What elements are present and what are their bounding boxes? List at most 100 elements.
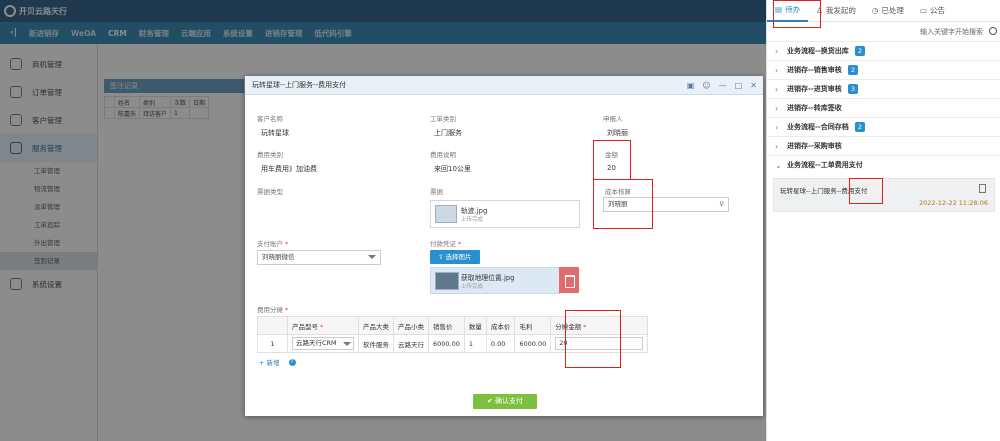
voucher-label: 付款凭证 * <box>430 238 461 248</box>
confirm-payment-button[interactable]: ✔ 确认支付 <box>473 394 537 409</box>
count-badge: 2 <box>847 65 858 75</box>
row-index: 1 <box>257 334 288 353</box>
clock-icon: ◷ <box>871 5 879 15</box>
maximize-icon[interactable]: □ <box>735 76 743 95</box>
list-item[interactable]: › 进销存--进货审核 3 <box>767 79 1000 98</box>
chevron-right-icon: › <box>775 122 779 132</box>
pay-account-select[interactable]: 刘晓丽微信 <box>257 250 381 265</box>
alloc-header-cell <box>257 316 288 335</box>
worktype-value: 上门服务 <box>434 129 462 137</box>
invoice-upload-status: 上传完成 <box>461 217 484 223</box>
applicant-label: 申报人 <box>603 115 623 123</box>
tab-announcements[interactable]: ▭ 公告 <box>912 0 953 22</box>
list-item[interactable]: › 进销存--采购审核 <box>767 136 1000 155</box>
count-badge: 3 <box>847 84 858 94</box>
help-icon[interactable]: ? <box>288 358 296 366</box>
pay-account-value: 刘晓丽微信 <box>262 253 295 261</box>
payment-modal: 玩转星球--上门服务--费用支付 ▣ ☺ — □ ✕ 客户名称 玩转星球 工单类… <box>245 76 763 416</box>
user-search-icon[interactable]: ⚲ <box>719 198 724 211</box>
alloc-header-cell: 毛利 <box>514 316 552 335</box>
worktype-label: 工单类别 <box>430 115 456 123</box>
highlight-card-action <box>849 178 883 204</box>
tab-label: 我发起的 <box>825 5 856 15</box>
list-item[interactable]: › 业务流程--合同存档 2 <box>767 117 1000 136</box>
feedesc-value: 来回10公里 <box>434 165 471 173</box>
choose-image-button[interactable]: ⇧ 选择图片 <box>430 250 480 264</box>
required-mark: * <box>285 240 289 248</box>
invoice-type-label: 票据类型 <box>257 188 283 196</box>
tab-label: 公告 <box>929 5 945 15</box>
chevron-down-icon: ⌄ <box>775 160 782 170</box>
invoice-file[interactable]: 轨迹.jpg 上传完成 <box>430 200 580 228</box>
applicant-value: 刘晓丽 <box>607 129 628 137</box>
chevron-right-icon: › <box>775 65 779 75</box>
help-icon[interactable]: ☺ <box>702 76 710 95</box>
product-model-select[interactable]: 云路天行CRM <box>287 334 359 353</box>
todo-panel: ▤ 待办 ♙ 我发起的 ◷ 已处理 ▭ 公告 输入关键字开始搜索 › 业务流程--换货出库… <box>766 0 1000 441</box>
product-model-value: 云路天行CRM <box>296 339 337 347</box>
check-icon: ✔ <box>486 397 496 405</box>
confirm-payment-label: 确认支付 <box>495 397 524 405</box>
list-item[interactable]: › 业务流程--换货出库 2 <box>767 41 1000 60</box>
list-item-expanded[interactable]: ⌄ 业务流程--工单费用支付 <box>767 155 1000 174</box>
pay-account-label-text: 支付账户 <box>257 240 283 248</box>
table-cell: 0.00 <box>485 334 516 353</box>
alloc-header-cell: 销售价 <box>428 316 465 335</box>
list-item[interactable]: › 进销存--销售审核 2 <box>767 60 1000 79</box>
tab-label: 已处理 <box>881 5 904 15</box>
count-badge: 2 <box>854 46 865 56</box>
count-badge: 2 <box>854 122 865 132</box>
search-icon[interactable] <box>989 27 997 35</box>
required-mark: * <box>320 322 324 331</box>
minimize-icon[interactable]: — <box>719 76 727 95</box>
add-row-button[interactable]: + 新增? <box>259 357 296 367</box>
upload-icon: ⇧ <box>438 253 446 261</box>
chevron-right-icon: › <box>775 46 779 56</box>
invoice-filename: 轨迹.jpg <box>461 207 488 215</box>
choose-image-label: 选择图片 <box>445 253 472 261</box>
copy-icon[interactable] <box>979 184 986 193</box>
table-cell: 1 <box>463 334 487 353</box>
qr-icon[interactable]: ▣ <box>687 76 695 95</box>
pay-account-label: 支付账户 * <box>257 238 288 248</box>
chevron-down-icon <box>343 342 351 346</box>
alloc-header-cell: 数量 <box>463 316 487 335</box>
feetype-value: 用车费用》加油费 <box>261 165 317 173</box>
invoice-label: 票据 <box>430 188 443 196</box>
todo-card[interactable]: 玩转星球--上门服务--费用支付 2022-12-22 11:28:06 <box>773 178 995 212</box>
todo-search[interactable]: 输入关键字开始搜索 <box>767 24 1000 40</box>
list-item-label: 进销存--采购审核 <box>787 142 842 150</box>
voucher-label-text: 付款凭证 <box>430 240 456 248</box>
alloc-header-cell: 产品小类 <box>393 316 429 335</box>
highlight-cost <box>593 179 653 229</box>
list-item-label: 进销存--转库签收 <box>787 104 842 112</box>
customer-value: 玩转星球 <box>261 129 289 137</box>
required-mark: * <box>285 306 289 314</box>
voucher-upload-status: 上传完成 <box>461 284 484 290</box>
highlight-alloc-amount <box>565 310 621 368</box>
feetype-label: 费用类别 <box>257 151 283 159</box>
list-item-label: 业务流程--工单费用支付 <box>787 161 863 169</box>
chevron-down-icon <box>368 255 376 259</box>
close-icon[interactable]: ✕ <box>750 76 757 95</box>
delete-voucher-button[interactable] <box>559 267 579 293</box>
list-item[interactable]: › 进销存--转库签收 <box>767 98 1000 117</box>
table-cell: 6000.00 <box>514 334 552 353</box>
modal-title: 玩转星球--上门服务--费用支付 <box>252 81 347 89</box>
list-item-label: 业务流程--换货出库 <box>787 47 849 55</box>
modal-titlebar: 玩转星球--上门服务--费用支付 ▣ ☺ — □ ✕ <box>245 76 763 95</box>
alloc-header-cell: 产品型号 * <box>287 316 359 335</box>
todo-card-date: 2022-12-22 11:28:06 <box>918 199 988 207</box>
table-cell: 软件服务 <box>358 334 394 353</box>
voucher-file[interactable]: 获取地理位置.jpg 上传完成 <box>430 267 560 294</box>
invoice-thumbnail <box>435 205 457 223</box>
add-row-label: + 新增 <box>259 359 280 367</box>
tab-processed[interactable]: ◷ 已处理 <box>864 0 912 22</box>
list-item-label: 进销存--销售审核 <box>787 66 842 74</box>
customer-label: 客户名称 <box>257 115 283 123</box>
alloc-label: 费用分摊 * <box>257 304 288 314</box>
highlight-amount <box>593 140 631 180</box>
list-item-label: 业务流程--合同存档 <box>787 123 849 131</box>
chevron-right-icon: › <box>775 141 779 151</box>
required-mark: * <box>458 240 462 248</box>
